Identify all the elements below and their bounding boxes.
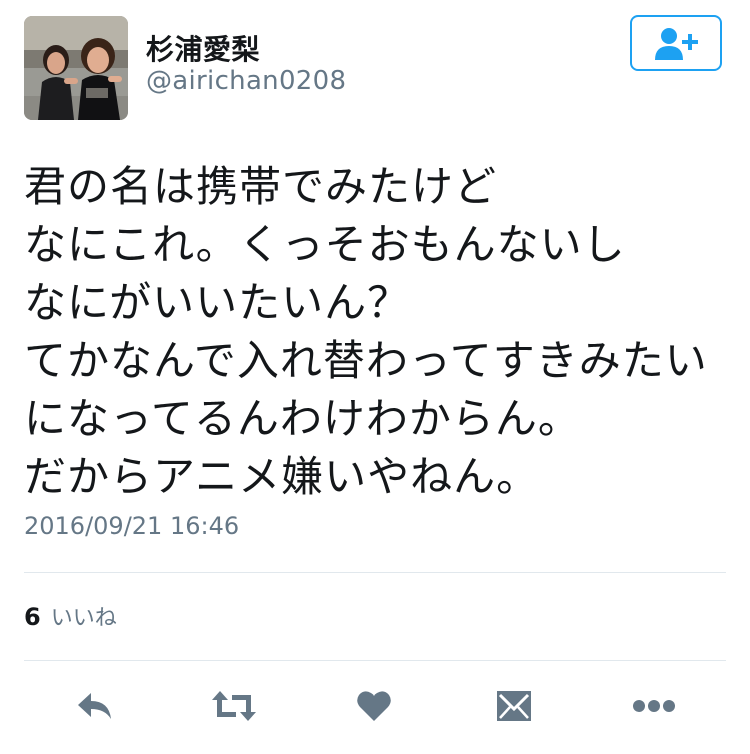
tweet-text: 君の名は携帯でみたけど なにこれ。くっそおもんないし なにがいいたいん？ てかな…	[24, 158, 724, 506]
more-icon	[633, 700, 675, 712]
envelope-icon	[497, 691, 531, 721]
timestamp[interactable]: 2016/09/21 16:46	[24, 512, 239, 540]
heart-icon	[357, 691, 391, 721]
more-button[interactable]	[630, 684, 678, 728]
follow-button[interactable]	[630, 15, 722, 71]
tweet-line: 君の名は携帯でみたけど	[24, 162, 498, 211]
retweet-button[interactable]	[210, 684, 258, 728]
retweet-icon	[212, 691, 256, 721]
tweet-line: てかなんで入れ替わってすきみたい	[24, 336, 708, 385]
avatar-photo	[24, 16, 128, 120]
likes-label: いいね	[50, 606, 117, 631]
likes-count: 6	[24, 603, 41, 631]
action-bar	[0, 676, 750, 736]
reply-button[interactable]	[71, 684, 119, 728]
tweet-line: なにこれ。くっそおもんないし	[24, 220, 626, 269]
display-name[interactable]: 杉浦愛梨	[146, 28, 260, 68]
tweet-line: だからアニメ嫌いやねん。	[24, 452, 540, 501]
reply-icon	[78, 693, 111, 719]
divider	[24, 572, 726, 573]
direct-message-button[interactable]	[490, 684, 538, 728]
divider	[24, 660, 726, 661]
likes-stat[interactable]: 6 いいね	[24, 600, 117, 632]
add-user-icon	[655, 28, 698, 60]
username[interactable]: @airichan0208	[146, 66, 346, 96]
tweet-line: なにがいいたいん？	[24, 278, 411, 327]
avatar[interactable]	[24, 16, 128, 120]
tweet-line: になってるんわけわからん。	[24, 394, 581, 443]
like-button[interactable]	[350, 684, 398, 728]
tweet-card: 杉浦愛梨 @airichan0208 君の名は携帯でみたけど なにこれ。くっそお…	[0, 0, 750, 754]
